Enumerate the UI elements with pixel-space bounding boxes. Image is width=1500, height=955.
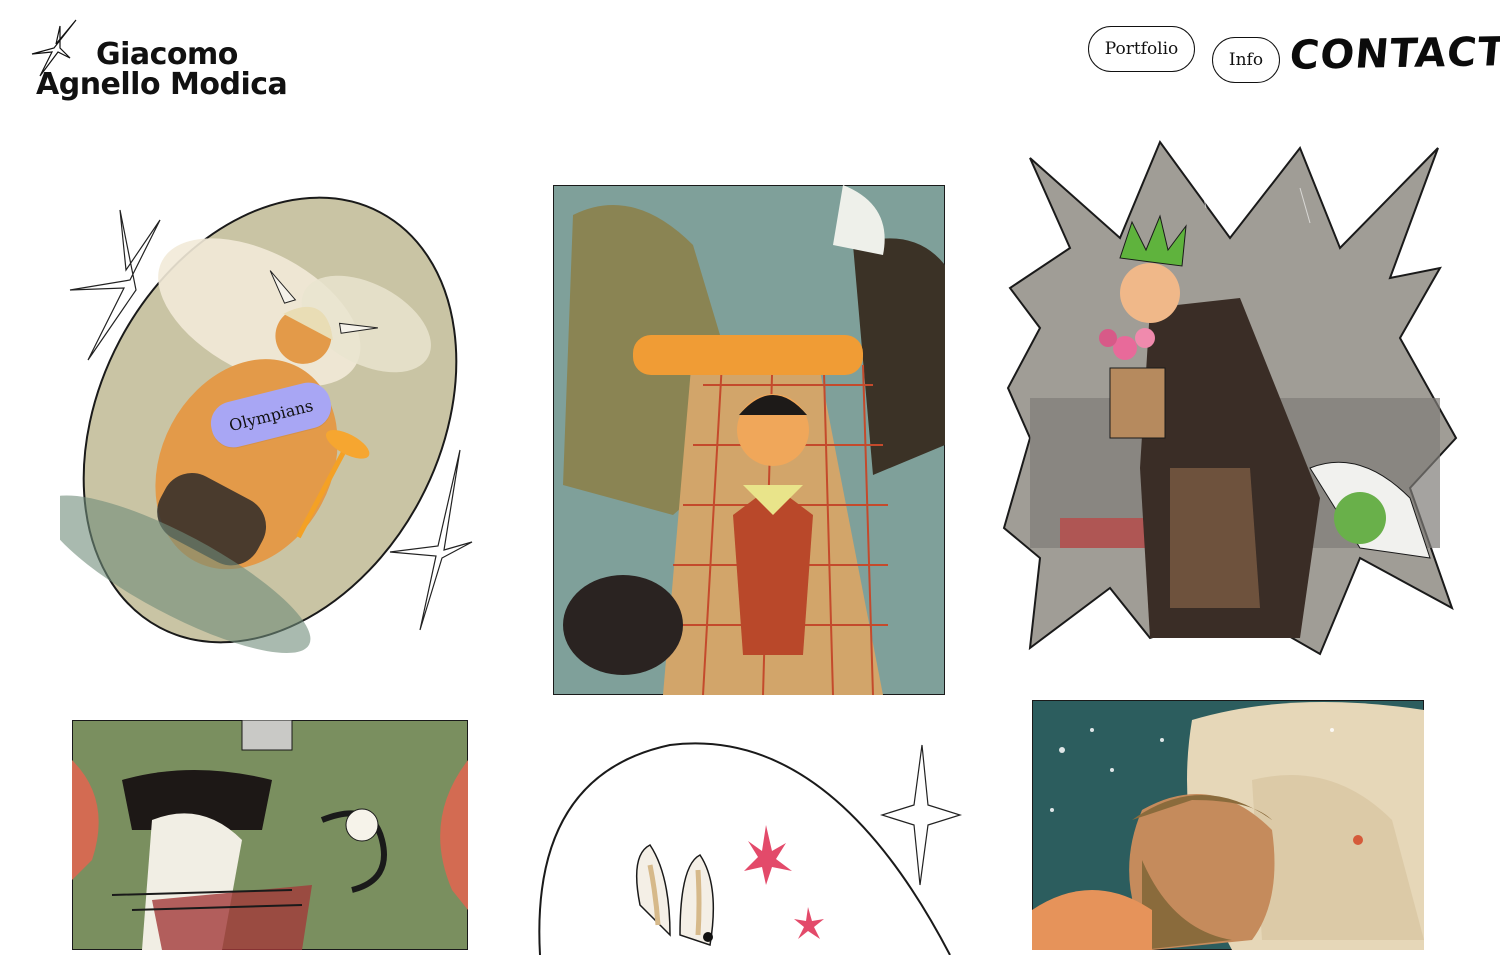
gallery-item[interactable] [530,735,970,955]
punk-with-flowers-illustration [1002,139,1458,656]
nav-info-button[interactable]: Info [1212,37,1280,83]
site-logo[interactable]: Giacomo Agnello Modica [26,18,306,102]
gallery-item[interactable] [1000,138,1460,658]
nav-contact-link[interactable]: CONTACT [1288,29,1500,79]
tarot-card-illustration [72,720,468,950]
bearded-man-illustration [1032,700,1424,950]
gallery-item[interactable] [553,185,945,695]
gallery-item[interactable] [72,720,468,950]
nav-portfolio-button[interactable]: Portfolio [1088,26,1195,72]
logo-last-name: Agnello Modica [36,67,288,102]
gallery-item[interactable] [1032,700,1424,950]
plaid-coat-illustration [553,185,945,695]
logo-first-name: Giacomo [96,37,238,72]
rabbit-illustration [538,742,963,955]
